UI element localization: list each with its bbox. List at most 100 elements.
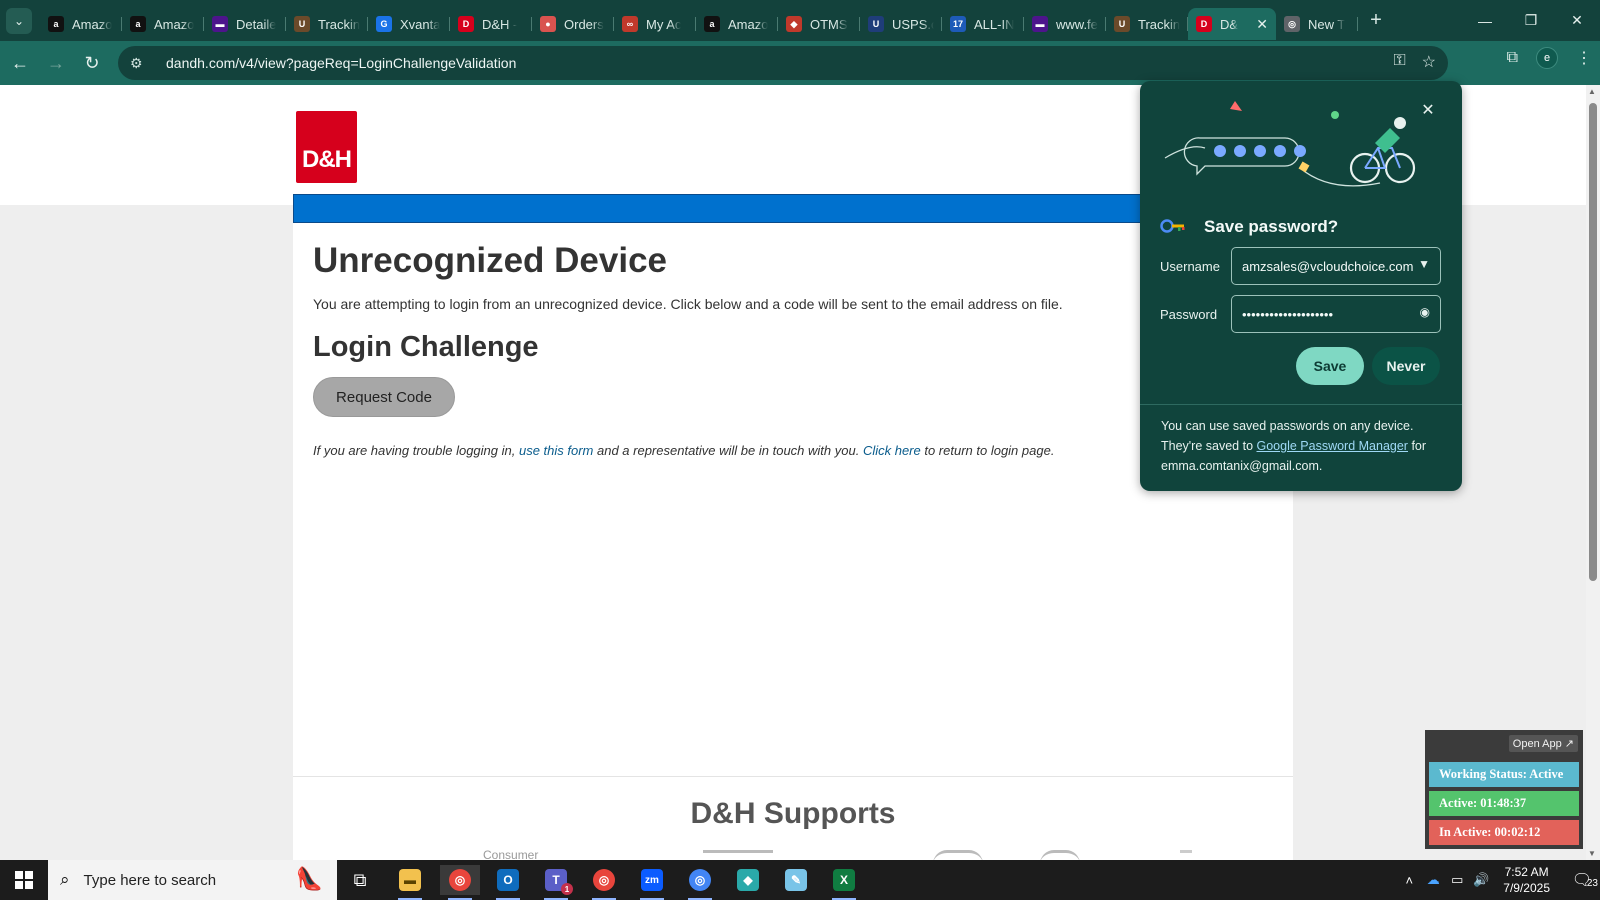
time-tracker-widget: Open App ↗ Working Status: Active Active… xyxy=(1425,730,1583,849)
extensions-icon[interactable]: ⧉ xyxy=(1507,49,1518,67)
use-this-form-link[interactable]: use this form xyxy=(519,443,593,458)
app-button[interactable]: ◆ xyxy=(728,865,768,895)
page-scrollbar[interactable]: ▲ ▼ xyxy=(1586,85,1600,860)
amazon-icon: a xyxy=(704,16,720,32)
click-here-link[interactable]: Click here xyxy=(863,443,921,458)
dandh-logo[interactable]: D&H xyxy=(296,111,357,183)
scroll-up-icon[interactable]: ▲ xyxy=(1588,87,1596,96)
open-app-button[interactable]: Open App ↗ xyxy=(1508,735,1578,752)
dandh-icon: D xyxy=(458,16,474,32)
chrome-profile-button-2[interactable]: ◎ xyxy=(680,865,720,900)
menu-kebab-icon[interactable]: ⋮ xyxy=(1576,48,1592,68)
reload-button[interactable]: ↻ xyxy=(76,47,108,79)
toolbar-right: ⧉ e ⋮ xyxy=(1507,47,1592,69)
browser-tab[interactable]: ◆ OTMS xyxy=(778,8,860,40)
browser-tab[interactable]: U USPS.c xyxy=(860,8,942,40)
windows-logo-icon xyxy=(15,871,33,889)
close-window-button[interactable]: ✕ xyxy=(1554,0,1600,41)
partner-label: Consumer xyxy=(483,848,539,860)
footer-text-middle: for xyxy=(1407,439,1427,453)
folder-icon: ▬ xyxy=(399,869,421,891)
browser-toolbar: ← → ↻ ⚙ dandh.com/v4/view?pageReq=LoginC… xyxy=(0,41,1600,85)
chrome-profile-button[interactable]: ◎ xyxy=(584,865,624,900)
partner-logo xyxy=(703,850,773,860)
browser-tab[interactable]: U Trackin xyxy=(1106,8,1188,40)
restore-button[interactable]: ❐ xyxy=(1508,0,1554,41)
profile-avatar[interactable]: e xyxy=(1536,47,1558,69)
tab-label: OTMS xyxy=(810,16,848,32)
dialog-footer: You can use saved passwords on any devic… xyxy=(1161,416,1446,476)
browser-tab[interactable]: 17 ALL-IN xyxy=(942,8,1024,40)
url-text: dandh.com/v4/view?pageReq=LoginChallenge… xyxy=(166,55,517,71)
clock[interactable]: 7:52 AM 7/9/2025 xyxy=(1503,864,1550,896)
bookmark-star-icon[interactable]: ☆ xyxy=(1422,52,1436,72)
scroll-down-icon[interactable]: ▼ xyxy=(1588,849,1596,858)
request-code-button[interactable]: Request Code xyxy=(313,377,455,417)
browser-tab[interactable]: D D&H - xyxy=(450,8,532,40)
tab-label: ALL-IN xyxy=(974,16,1015,32)
task-view-button[interactable]: ⧉ xyxy=(340,865,380,895)
never-button[interactable]: Never xyxy=(1372,347,1440,385)
tab-label: My Ac xyxy=(646,16,682,32)
minimize-button[interactable]: ― xyxy=(1462,0,1508,41)
username-field[interactable]: amzsales@vcloudchoice.com ▼ xyxy=(1231,247,1441,285)
tab-label: Trackin xyxy=(1138,16,1180,32)
tab-label: D& xyxy=(1220,16,1239,32)
chevron-down-icon: ⌄ xyxy=(13,13,25,28)
browser-tab[interactable]: ◎ New T xyxy=(1276,8,1358,40)
browser-tab[interactable]: ● Orders xyxy=(532,8,614,40)
chrome-taskbar-button[interactable]: ◎ xyxy=(440,865,480,900)
account-email: emma.comtanix@gmail.com. xyxy=(1161,459,1323,473)
site-settings-icon[interactable]: ⚙ xyxy=(130,55,148,72)
new-tab-button[interactable]: + xyxy=(1362,7,1390,35)
close-tab-icon[interactable]: ✕ xyxy=(1256,16,1268,33)
partner-logo xyxy=(933,850,983,860)
page-title: Unrecognized Device xyxy=(313,241,667,280)
password-key-icon[interactable]: ⚿ xyxy=(1393,52,1405,72)
forward-button[interactable]: → xyxy=(40,47,72,79)
start-button[interactable] xyxy=(0,860,48,900)
notification-count: 23 xyxy=(1586,878,1598,889)
browser-tab[interactable]: D D& ✕ xyxy=(1188,8,1276,40)
volume-icon[interactable]: 🔊 xyxy=(1469,872,1493,888)
dialog-title: Save password? xyxy=(1204,217,1339,236)
zoom-button[interactable]: zm xyxy=(632,865,672,900)
browser-tab[interactable]: a Amazo xyxy=(696,8,778,40)
tab-search-button[interactable]: ⌄ xyxy=(6,7,32,34)
system-tray: ˄ ☁ ▭ 🔊 7:52 AM 7/9/2025 🗨 23 xyxy=(1397,860,1600,900)
scrollbar-thumb[interactable] xyxy=(1589,103,1597,581)
notification-center-button[interactable]: 🗨 23 xyxy=(1564,870,1600,890)
password-manager-link[interactable]: Google Password Manager xyxy=(1257,439,1408,453)
browser-tab[interactable]: U Trackin xyxy=(286,8,368,40)
otms-icon: ◆ xyxy=(786,16,802,32)
active-time: Active: 01:48:37 xyxy=(1429,791,1579,816)
chrome-icon: ◎ xyxy=(449,869,471,891)
file-explorer-button[interactable]: ▬ xyxy=(390,865,430,900)
usps-icon: U xyxy=(868,16,884,32)
taskbar-search[interactable]: ⌕ Type here to search 👠 xyxy=(48,860,337,900)
browser-tab[interactable]: G Xvanta xyxy=(368,8,450,40)
excel-button[interactable]: X xyxy=(824,865,864,900)
browser-tab[interactable]: ▬ www.fe xyxy=(1024,8,1106,40)
network-icon[interactable]: ▭ xyxy=(1445,872,1469,888)
chevron-up-icon[interactable]: ˄ xyxy=(1397,873,1421,888)
eye-icon[interactable]: ◉ xyxy=(1420,305,1430,319)
browser-tab[interactable]: a Amazo xyxy=(40,8,122,40)
address-bar[interactable]: ⚙ dandh.com/v4/view?pageReq=LoginChallen… xyxy=(118,46,1448,80)
outlook-button[interactable]: O xyxy=(488,865,528,900)
back-button[interactable]: ← xyxy=(4,47,36,79)
browser-tab[interactable]: ∞ My Ac xyxy=(614,8,696,40)
caret-down-icon[interactable]: ▼ xyxy=(1418,257,1430,271)
save-button[interactable]: Save xyxy=(1296,347,1364,385)
close-icon[interactable]: ✕ xyxy=(1416,98,1440,122)
browser-tab[interactable]: a Amazo xyxy=(122,8,204,40)
chrome-icon: ◎ xyxy=(689,869,711,891)
browser-tab[interactable]: ▬ Detaile xyxy=(204,8,286,40)
ups-icon: U xyxy=(294,16,310,32)
tab-label: Amazo xyxy=(728,16,769,32)
onedrive-icon[interactable]: ☁ xyxy=(1421,872,1445,888)
teams-button[interactable]: T1 xyxy=(536,865,576,900)
arrow-right-icon: → xyxy=(47,52,65,73)
password-field[interactable]: •••••••••••••••••••• ◉ xyxy=(1231,295,1441,333)
notepad-button[interactable]: ✎ xyxy=(776,865,816,895)
